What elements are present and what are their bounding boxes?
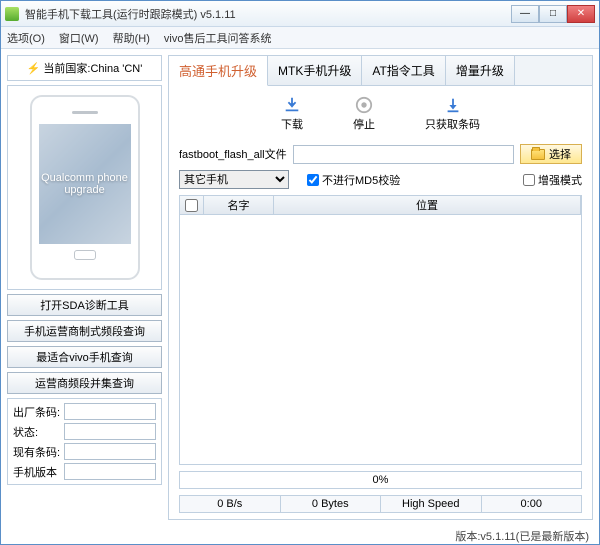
status-time: 0:00 (482, 496, 582, 512)
app-icon (5, 7, 19, 21)
progress-bar: 0% (179, 471, 582, 489)
phone-screen: Qualcomm phone upgrade (39, 124, 131, 244)
status-bar: 0 B/s 0 Bytes High Speed 0:00 (179, 495, 582, 513)
phone-home-icon (74, 250, 96, 260)
app-window: 智能手机下载工具(运行时跟踪模式) v5.1.11 — □ ✕ 选项(O) 窗口… (0, 0, 600, 545)
menu-help[interactable]: 帮助(H) (113, 30, 150, 46)
stop-label: 停止 (353, 116, 375, 132)
md5-checkbox-wrap[interactable]: 不进行MD5校验 (307, 172, 400, 188)
file-row: fastboot_flash_all文件 选择 (179, 144, 582, 164)
barcode-only-label: 只获取条码 (425, 116, 480, 132)
select-file-button[interactable]: 选择 (520, 144, 582, 164)
th-location[interactable]: 位置 (274, 196, 581, 214)
menubar: 选项(O) 窗口(W) 帮助(H) vivo售后工具问答系统 (1, 27, 599, 49)
action-row: 下载 停止 只获取条码 (179, 94, 582, 138)
select-all-checkbox[interactable] (185, 199, 198, 212)
enhanced-checkbox-wrap[interactable]: 增强模式 (523, 172, 582, 188)
footer: 版本:v5.1.11(已是最新版本) (1, 526, 599, 544)
stop-action[interactable]: 停止 (353, 96, 375, 132)
file-path-input[interactable] (293, 145, 514, 164)
titlebar: 智能手机下载工具(运行时跟踪模式) v5.1.11 — □ ✕ (1, 1, 599, 27)
factory-barcode-label: 出厂条码: (13, 404, 60, 420)
status1-input[interactable] (64, 423, 156, 440)
status-bytes: 0 Bytes (281, 496, 382, 512)
stop-icon (355, 96, 373, 114)
enhanced-label: 增强模式 (538, 172, 582, 188)
th-checkbox[interactable] (180, 196, 204, 214)
sda-diagnostic-button[interactable]: 打开SDA诊断工具 (7, 294, 162, 316)
barcode-only-action[interactable]: 只获取条码 (425, 96, 480, 132)
download-icon (283, 96, 301, 114)
version-label: 版本:v5.1.11(已是最新版本) (455, 531, 589, 543)
current-barcode-input[interactable] (64, 443, 156, 460)
tab-at[interactable]: AT指令工具 (362, 56, 445, 85)
right-column: 高通手机升级 MTK手机升级 AT指令工具 增量升级 下载 停止 (168, 55, 593, 520)
progress-text: 0% (373, 474, 389, 486)
download-label: 下载 (281, 116, 303, 132)
md5-checkbox[interactable] (307, 174, 319, 186)
menu-vivo[interactable]: vivo售后工具问答系统 (164, 30, 272, 46)
tab-mtk[interactable]: MTK手机升级 (268, 56, 362, 85)
file-label: fastboot_flash_all文件 (179, 146, 287, 162)
md5-label: 不进行MD5校验 (322, 172, 400, 188)
tab-qualcomm[interactable]: 高通手机升级 (169, 56, 268, 86)
status-speed: 0 B/s (180, 496, 281, 512)
window-title: 智能手机下载工具(运行时跟踪模式) v5.1.11 (25, 6, 511, 22)
status1-label: 状态: (13, 424, 60, 440)
download-action[interactable]: 下载 (281, 96, 303, 132)
phone-speaker-icon (72, 111, 98, 114)
barcode-icon (444, 96, 462, 114)
phone-preview: Qualcomm phone upgrade (7, 85, 162, 290)
freq-union-button[interactable]: 运营商频段并集查询 (7, 372, 162, 394)
phone-version-input[interactable] (64, 463, 156, 480)
left-column: ⚡ 当前国家:China 'CN' Qualcomm phone upgrade… (7, 55, 162, 520)
enhanced-checkbox[interactable] (523, 174, 535, 186)
country-label: 当前国家:China 'CN' (43, 63, 142, 75)
options-row: 其它手机 不进行MD5校验 增强模式 (179, 170, 582, 189)
minimize-button[interactable]: — (511, 5, 539, 23)
table-header: 名字 位置 (179, 195, 582, 215)
maximize-button[interactable]: □ (539, 5, 567, 23)
status-mode: High Speed (381, 496, 482, 512)
table-body[interactable] (179, 215, 582, 465)
vivo-query-button[interactable]: 最适合vivo手机查询 (7, 346, 162, 368)
menu-window[interactable]: 窗口(W) (59, 30, 99, 46)
device-type-select[interactable]: 其它手机 (179, 170, 289, 189)
phone-frame: Qualcomm phone upgrade (30, 95, 140, 280)
tab-bar: 高通手机升级 MTK手机升级 AT指令工具 增量升级 (169, 56, 592, 86)
carrier-query-button[interactable]: 手机运营商制式频段查询 (7, 320, 162, 342)
window-controls: — □ ✕ (511, 5, 595, 23)
th-name[interactable]: 名字 (204, 196, 274, 214)
tab-body: 下载 停止 只获取条码 fastboot_flash_all文件 (169, 86, 592, 519)
close-button[interactable]: ✕ (567, 5, 595, 23)
factory-barcode-input[interactable] (64, 403, 156, 420)
current-barcode-label: 现有条码: (13, 444, 60, 460)
barcode-form: 出厂条码: 状态: 现有条码: 手机版本 (7, 398, 162, 485)
menu-options[interactable]: 选项(O) (7, 30, 45, 46)
content: ⚡ 当前国家:China 'CN' Qualcomm phone upgrade… (1, 49, 599, 526)
file-table: 名字 位置 (179, 195, 582, 465)
phone-version-label: 手机版本 (13, 464, 60, 480)
tab-incremental[interactable]: 增量升级 (446, 56, 515, 85)
country-box: ⚡ 当前国家:China 'CN' (7, 55, 162, 81)
select-label: 选择 (549, 146, 571, 162)
folder-icon (531, 149, 545, 160)
